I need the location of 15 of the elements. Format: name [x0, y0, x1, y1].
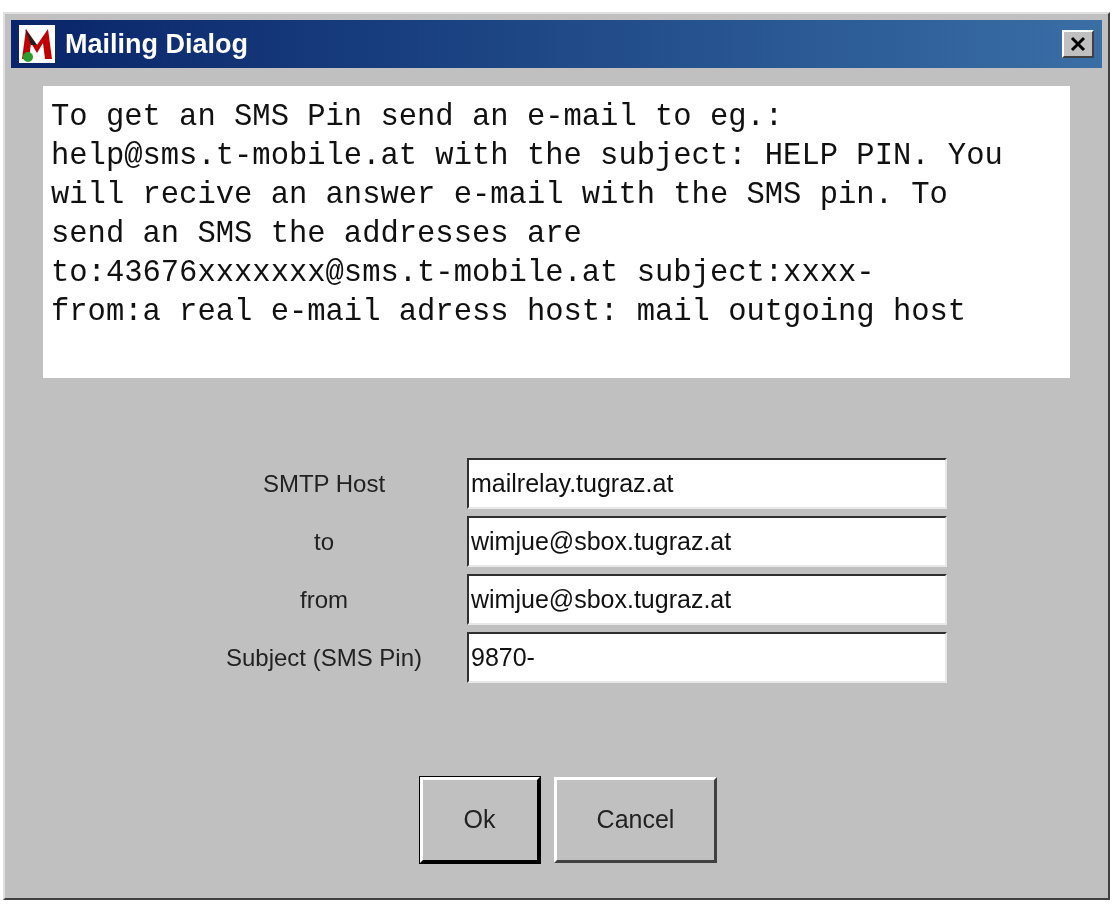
field-label: from: [299, 584, 349, 615]
text-field[interactable]: 9870-: [467, 632, 947, 683]
field-label: to: [313, 526, 335, 557]
app-logo-icon: [19, 25, 55, 63]
close-icon: [1070, 36, 1086, 52]
text-field[interactable]: wimjue@sbox.tugraz.at: [467, 574, 947, 625]
text-field[interactable]: wimjue@sbox.tugraz.at: [467, 516, 947, 567]
text-field[interactable]: mailrelay.tugraz.at: [467, 458, 947, 509]
field-label: SMTP Host: [261, 468, 387, 499]
window-title: Mailing Dialog: [65, 27, 249, 61]
dialog-button[interactable]: Cancel: [553, 777, 718, 863]
dialog-button[interactable]: Ok: [419, 777, 540, 863]
info-text: To get an SMS Pin send an e-mail to eg.: help@sms.t-mobile.at with the subject: HELP PIN. You will recive an answer e-mail with the SMS pin. To send an SMS the addresses are to:43676xxxxxxx@sms.t-mobile.at subject:xxxx- from:a real e-mail adress host: mail outgoing host: [51, 99, 1004, 331]
field-label: Subject (SMS Pin): [224, 642, 424, 673]
close-button[interactable]: [1062, 30, 1094, 58]
